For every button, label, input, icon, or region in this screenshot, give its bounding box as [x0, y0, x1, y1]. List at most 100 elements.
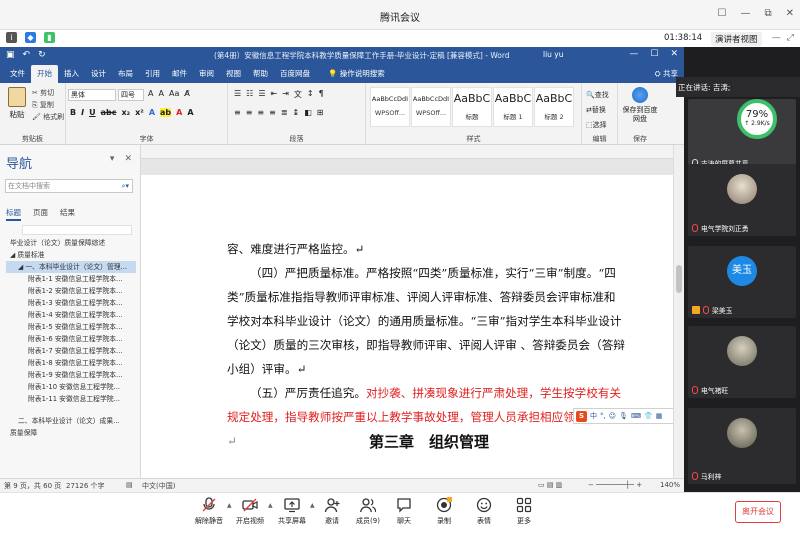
- font-size-select[interactable]: 四号: [118, 89, 144, 101]
- invite-button[interactable]: 邀请: [312, 497, 352, 526]
- change-case-icon[interactable]: Aa: [169, 89, 179, 98]
- chinese-layout-icon[interactable]: 文: [294, 89, 302, 100]
- restore-icon[interactable]: ⧉: [764, 8, 771, 19]
- tab-design[interactable]: 设计: [85, 65, 112, 83]
- minimize-icon[interactable]: —: [629, 49, 638, 59]
- strikethrough-icon[interactable]: abc: [101, 108, 117, 117]
- ime-punct-icon[interactable]: °,: [600, 412, 606, 420]
- close-icon[interactable]: ✕: [786, 8, 794, 19]
- vertical-scrollbar[interactable]: [673, 145, 684, 478]
- document-text[interactable]: 容、难度进行严格监控。↵ （四）严把质量标准。严格按照“四类”质量标准，实行“三…: [227, 237, 627, 453]
- style-wpsoffice-2[interactable]: AaBbCcDdI WPSOff...: [411, 87, 451, 127]
- minimize-icon[interactable]: —: [740, 8, 750, 19]
- cut-button[interactable]: ✂ 剪切: [32, 88, 54, 98]
- highlight-icon[interactable]: ab: [160, 108, 172, 117]
- pin-icon[interactable]: ☐: [718, 8, 727, 19]
- start-video-button[interactable]: 开启视频: [230, 497, 270, 526]
- redo-icon[interactable]: ↻: [38, 50, 46, 60]
- unmute-button[interactable]: 解除静音: [189, 497, 229, 526]
- status-page-count[interactable]: 第 9 页，共 60 页: [4, 481, 61, 491]
- info-icon[interactable]: i: [6, 32, 17, 43]
- tab-baidu-netdisk[interactable]: 百度网盘: [274, 65, 316, 83]
- share-screen-button[interactable]: 共享屏幕: [272, 497, 312, 526]
- replace-button[interactable]: ⇄替换: [586, 103, 609, 118]
- status-word-count[interactable]: 27126 个字: [66, 481, 105, 491]
- clear-format-icon[interactable]: A̸: [184, 89, 189, 98]
- close-icon[interactable]: ✕: [670, 49, 678, 59]
- nav-heading-item[interactable]: 附表1-5 安徽信息工程学院本...: [6, 321, 136, 333]
- nav-heading-item[interactable]: 二、本科毕业设计（论文）成果...: [6, 415, 136, 427]
- zoom-slider[interactable]: − ───────┼─ +: [588, 481, 642, 489]
- font-name-select[interactable]: 黑体: [68, 89, 116, 101]
- text-effects-icon[interactable]: A: [149, 108, 155, 117]
- numbering-icon[interactable]: ☷: [246, 89, 253, 100]
- nav-heading-item[interactable]: 附表1-1 安徽信息工程学院本...: [6, 273, 136, 285]
- style-heading-1[interactable]: AaBbC 标题 1: [493, 87, 533, 127]
- nav-heading-item-selected[interactable]: ◢ 一、本科毕业设计（论文）管理...: [6, 261, 136, 273]
- find-button[interactable]: 🔍查找: [586, 88, 609, 103]
- tab-home[interactable]: 开始: [31, 65, 58, 83]
- tab-view[interactable]: 视图: [220, 65, 247, 83]
- select-button[interactable]: ⬚选择: [586, 118, 609, 133]
- bullets-icon[interactable]: ☰: [234, 89, 241, 100]
- shading-icon[interactable]: ◧: [304, 108, 312, 117]
- nav-heading-item[interactable]: 附表1-11 安徽信息工程学院...: [6, 393, 136, 405]
- participant-tile[interactable]: 美玉 梁美玉: [688, 246, 796, 318]
- ime-lang-icon[interactable]: 中: [590, 411, 597, 421]
- align-left-icon[interactable]: ≡: [234, 108, 241, 117]
- members-button[interactable]: 成员(9): [348, 497, 388, 526]
- decrease-indent-icon[interactable]: ⇤: [271, 89, 278, 100]
- sogou-ime-icon[interactable]: S: [576, 410, 587, 422]
- tell-me-search[interactable]: 💡 操作说明搜索: [322, 65, 391, 83]
- signal-icon[interactable]: ▮: [44, 32, 55, 43]
- shield-icon[interactable]: ◆: [25, 32, 36, 43]
- status-zoom-level[interactable]: 140%: [660, 481, 680, 489]
- proofing-icon[interactable]: ▤: [126, 481, 133, 489]
- search-icon[interactable]: ⌕▾: [122, 180, 129, 192]
- leave-meeting-button[interactable]: 离开会议: [735, 501, 781, 523]
- nav-heading-item[interactable]: 附表1-9 安徽信息工程学院本...: [6, 369, 136, 381]
- ime-emoji-icon[interactable]: ☺: [609, 412, 616, 420]
- reactions-button[interactable]: 表情: [464, 497, 504, 526]
- participant-tile[interactable]: 电气褚旺: [688, 326, 796, 398]
- distributed-icon[interactable]: ≣: [281, 108, 288, 117]
- save-to-baidu-button[interactable]: 保存到百度网盘: [622, 87, 658, 124]
- tab-file[interactable]: 文件: [4, 65, 31, 83]
- ime-voice-icon[interactable]: 🎙: [619, 412, 628, 420]
- close-icon[interactable]: ✕: [124, 154, 132, 164]
- nav-tab-pages[interactable]: 页面: [33, 207, 48, 221]
- ime-tools-icon[interactable]: ▦: [656, 412, 663, 420]
- maximize-icon[interactable]: ☐: [650, 49, 658, 59]
- increase-indent-icon[interactable]: ⇥: [282, 89, 289, 100]
- align-right-icon[interactable]: ≡: [257, 108, 264, 117]
- ime-skin-icon[interactable]: 👕: [644, 412, 653, 420]
- nav-heading-item[interactable]: 毕业设计（论文）质量保障综述: [6, 237, 136, 249]
- nav-heading-item[interactable]: 附表1-7 安徽信息工程学院本...: [6, 345, 136, 357]
- more-button[interactable]: 更多: [504, 497, 544, 526]
- chevron-down-icon[interactable]: ▾: [110, 154, 115, 164]
- bold-icon[interactable]: B: [70, 108, 76, 117]
- nav-heading-item[interactable]: 附表1-10 安徽信息工程学院...: [6, 381, 136, 393]
- tab-references[interactable]: 引用: [139, 65, 166, 83]
- nav-heading-item[interactable]: ◢ 质量标准: [6, 249, 136, 261]
- participant-tile[interactable]: 马利梓: [688, 408, 796, 484]
- copy-button[interactable]: ⎘ 复制: [32, 100, 54, 110]
- justify-icon[interactable]: ≡: [269, 108, 276, 117]
- ime-toolbar[interactable]: S 中 °, ☺ 🎙 ⌨ 👕 ▦: [573, 408, 683, 424]
- underline-icon[interactable]: U: [89, 108, 96, 117]
- nav-tab-results[interactable]: 结果: [60, 207, 75, 221]
- shrink-font-icon[interactable]: A: [158, 89, 163, 98]
- nav-tab-headings[interactable]: 标题: [6, 207, 21, 221]
- chat-button[interactable]: 聊天: [384, 497, 424, 526]
- grow-font-icon[interactable]: A: [148, 89, 153, 98]
- user-name[interactable]: liu yu: [543, 50, 564, 59]
- nav-heading-item[interactable]: 附表1-3 安徽信息工程学院本...: [6, 297, 136, 309]
- style-wpsoffice-1[interactable]: AaBbCcDdI WPSOff...: [370, 87, 410, 127]
- tab-layout[interactable]: 布局: [112, 65, 139, 83]
- pilcrow-icon[interactable]: ¶: [319, 89, 324, 100]
- scrollbar-thumb[interactable]: [676, 265, 682, 293]
- ime-keyboard-icon[interactable]: ⌨: [631, 412, 641, 420]
- view-mode-icons[interactable]: ▭ ▤ ▥: [538, 481, 562, 489]
- char-shading-icon[interactable]: A: [187, 108, 193, 117]
- nav-heading-item[interactable]: 附表1-8 安徽信息工程学院本...: [6, 357, 136, 369]
